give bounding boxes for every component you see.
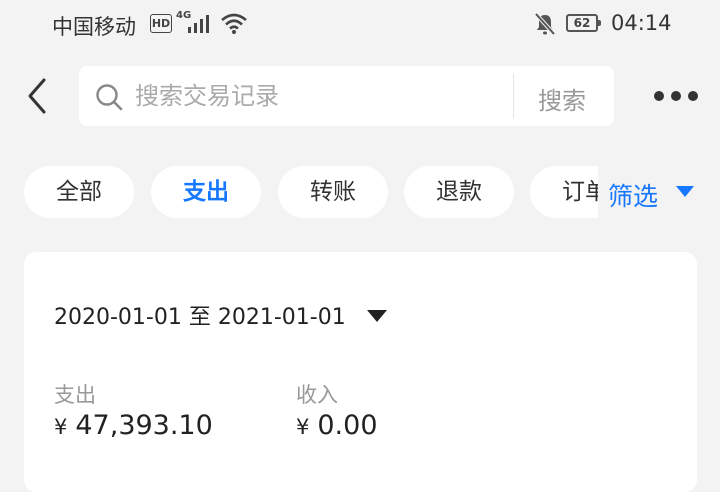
chip-transfer[interactable]: 转账 bbox=[278, 166, 388, 218]
date-start: 2020-01-01 bbox=[54, 305, 182, 330]
more-dot bbox=[654, 91, 664, 101]
caret-down-icon bbox=[366, 310, 387, 322]
back-button[interactable] bbox=[22, 76, 58, 116]
chip-order-clip: 订单 bbox=[530, 166, 598, 218]
chip-all[interactable]: 全部 bbox=[24, 166, 134, 218]
chip-order[interactable]: 订单 bbox=[530, 166, 598, 218]
search-button[interactable]: 搜索 bbox=[538, 81, 586, 116]
status-bar: 中国移动 HD 4G 62 04:14 bbox=[0, 0, 720, 50]
filter-chips: 全部 支出 转账 退款 订单 筛选 bbox=[0, 166, 720, 220]
hd-badge: HD bbox=[150, 14, 172, 33]
expense-value: 47,393.10 bbox=[75, 410, 213, 441]
signal-icon bbox=[188, 15, 209, 33]
income-amount: ¥0.00 bbox=[296, 410, 378, 441]
chip-expense[interactable]: 支出 bbox=[151, 166, 261, 218]
battery-icon: 62 bbox=[566, 14, 601, 32]
clock: 04:14 bbox=[611, 11, 672, 35]
filter-button[interactable]: 筛选 bbox=[598, 166, 720, 218]
date-range-selector[interactable]: 2020-01-01 至 2021-01-01 bbox=[54, 299, 387, 331]
date-end: 2021-01-01 bbox=[217, 305, 346, 330]
search-input[interactable] bbox=[135, 78, 535, 114]
back-arrow-icon bbox=[28, 78, 46, 114]
expense-amount: ¥47,393.10 bbox=[54, 410, 213, 441]
currency-symbol: ¥ bbox=[296, 415, 310, 439]
income-label: 收入 bbox=[296, 383, 338, 407]
mute-bell-icon bbox=[534, 12, 556, 36]
expense-label: 支出 bbox=[54, 383, 96, 407]
date-separator: 至 bbox=[188, 305, 211, 330]
search-divider bbox=[513, 74, 514, 118]
income-value: 0.00 bbox=[317, 410, 378, 441]
carrier-name: 中国移动 bbox=[52, 15, 136, 39]
more-options-button[interactable] bbox=[650, 85, 698, 107]
search-box[interactable]: 搜索 bbox=[79, 66, 614, 126]
caret-down-icon bbox=[676, 186, 694, 197]
more-dot bbox=[671, 91, 681, 101]
summary-card: 2020-01-01 至 2021-01-01 支出 ¥47,393.10 收入… bbox=[24, 252, 697, 492]
more-dot bbox=[688, 91, 698, 101]
filter-label: 筛选 bbox=[608, 182, 659, 211]
chip-refund[interactable]: 退款 bbox=[404, 166, 514, 218]
wifi-icon bbox=[221, 13, 247, 34]
search-icon bbox=[96, 84, 123, 111]
currency-symbol: ¥ bbox=[54, 415, 68, 439]
